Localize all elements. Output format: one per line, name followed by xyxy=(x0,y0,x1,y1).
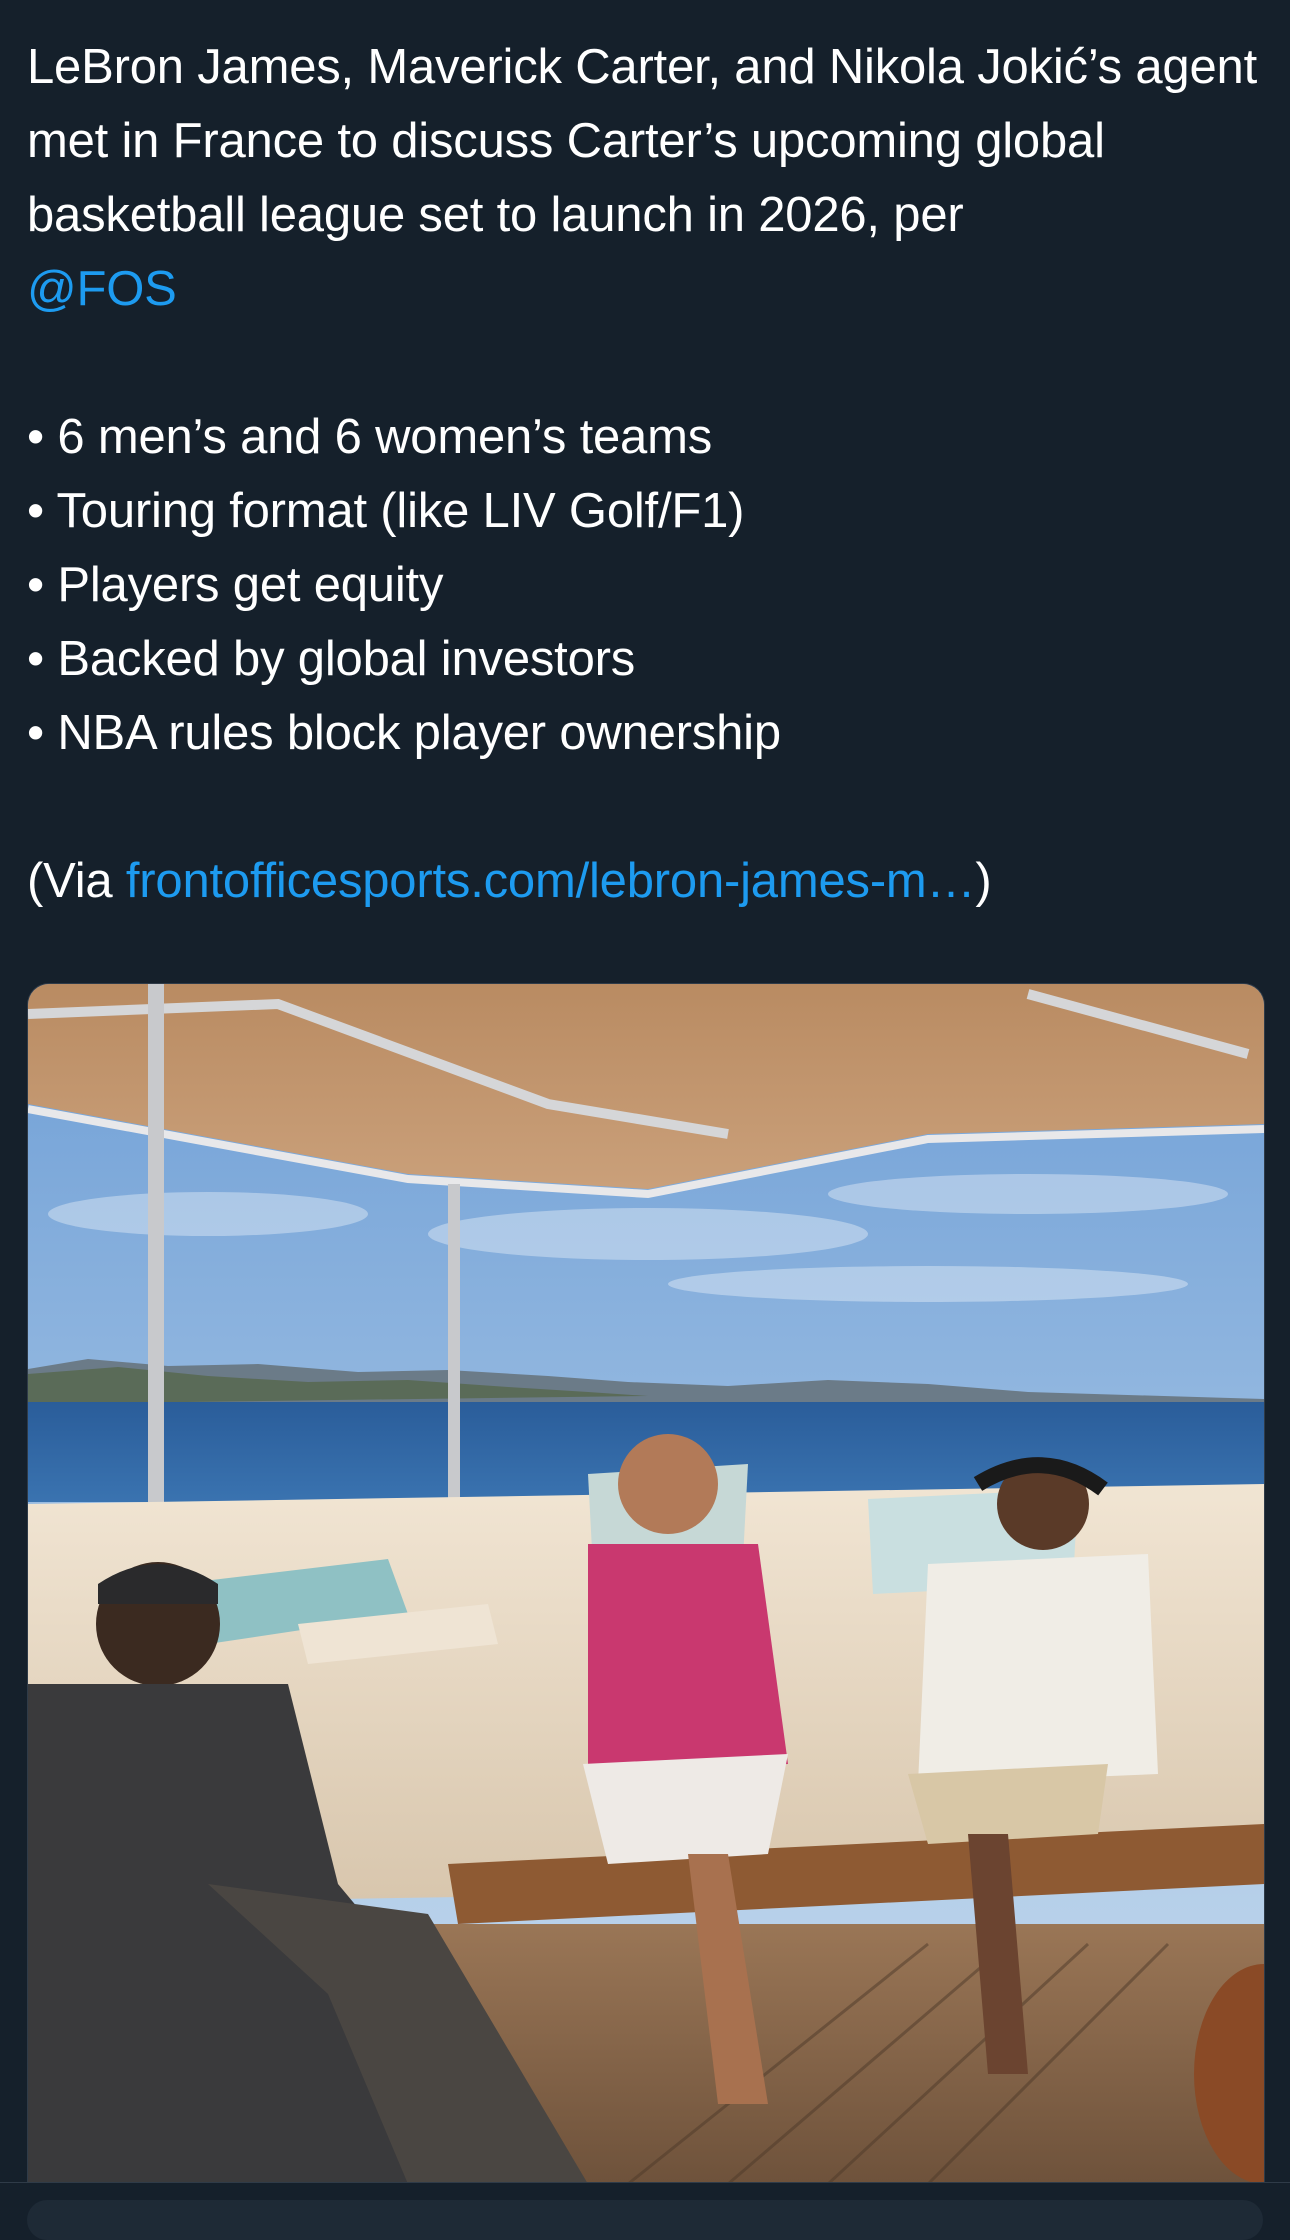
bullet-item-3: • Players get equity xyxy=(27,558,444,612)
reply-bar[interactable] xyxy=(27,2200,1263,2240)
via-suffix: ) xyxy=(975,854,992,908)
tweet-text: LeBron James, Maverick Carter, and Nikol… xyxy=(27,30,1267,918)
stainless-pole xyxy=(148,984,164,1544)
bullet-item-1: • 6 men’s and 6 women’s teams xyxy=(27,410,713,464)
via-prefix: (Via xyxy=(27,854,126,908)
tweet-photo[interactable] xyxy=(27,983,1265,2184)
via-line: (Via frontofficesports.com/lebron-james-… xyxy=(27,844,1267,918)
source-link[interactable]: frontofficesports.com/lebron-james-m… xyxy=(126,854,976,908)
bullet-item-2: • Touring format (like LIV Golf/F1) xyxy=(27,484,745,538)
tweet-intro: LeBron James, Maverick Carter, and Nikol… xyxy=(27,40,1257,242)
tweet-intro-paragraph: LeBron James, Maverick Carter, and Nikol… xyxy=(27,30,1267,326)
bullet-item-4: • Backed by global investors xyxy=(27,632,636,686)
stainless-pole xyxy=(448,1184,460,1514)
mention-link[interactable]: @FOS xyxy=(27,262,177,316)
bullet-item-5: • NBA rules block player ownership xyxy=(27,706,781,760)
